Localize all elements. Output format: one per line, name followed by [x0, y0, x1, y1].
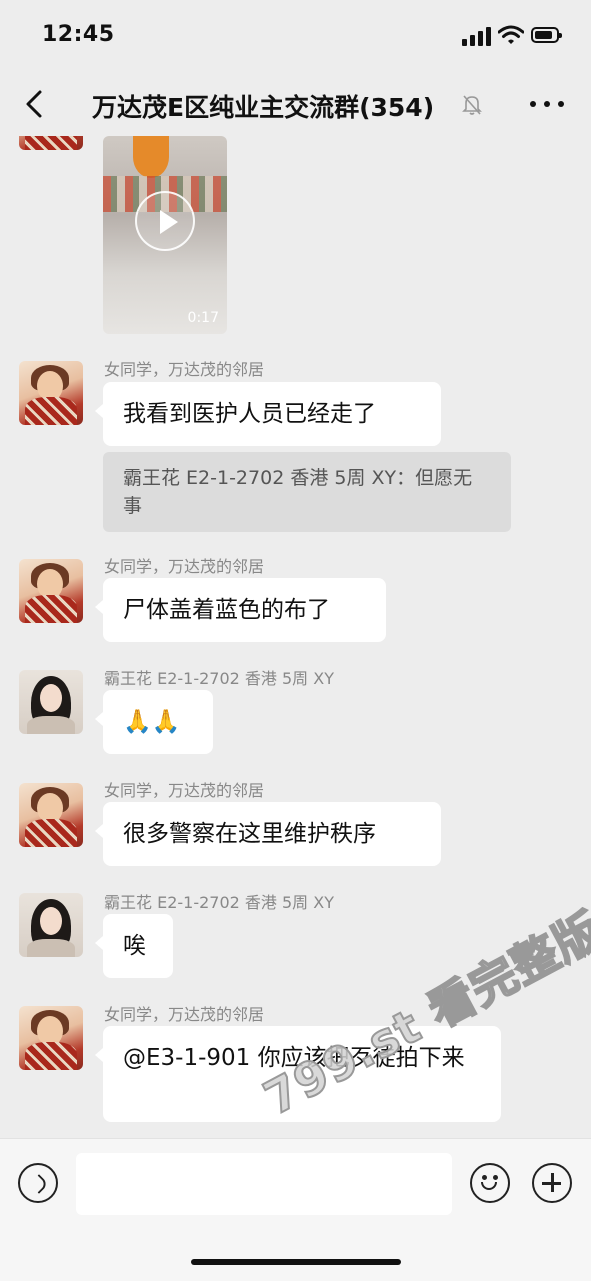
message-bubble[interactable]: 很多警察在这里维护秩序 [95, 802, 441, 866]
home-indicator[interactable] [191, 1259, 401, 1265]
sender-name: 女同学，万达茂的邻居 [104, 557, 265, 576]
avatar[interactable] [19, 136, 83, 150]
avatar[interactable] [19, 783, 83, 847]
status-time: 12:45 [42, 22, 115, 47]
wifi-icon [498, 25, 524, 44]
sender-name: 霸王花 E2-1-2702 香港 5周 XY [104, 669, 334, 688]
play-icon[interactable] [135, 191, 195, 251]
more-dots-icon[interactable] [530, 96, 564, 112]
message-bubble[interactable]: 🙏🙏 [95, 690, 213, 754]
status-bar: 12:45 [0, 0, 591, 72]
voice-icon[interactable] [18, 1163, 58, 1203]
chat-header: 万达茂E区纯业主交流群(354) [0, 72, 591, 136]
cellular-signal-icon [462, 26, 492, 46]
video-message[interactable]: 0:17 [103, 136, 227, 334]
avatar[interactable] [19, 559, 83, 623]
avatar[interactable] [19, 670, 83, 734]
sender-name: 女同学，万达茂的邻居 [104, 781, 265, 800]
battery-icon [531, 27, 562, 43]
message-bubble[interactable]: 我看到医护人员已经走了 [95, 382, 441, 446]
chevron-left-icon[interactable] [20, 88, 50, 120]
emoji-icon[interactable] [470, 1163, 510, 1203]
bell-off-icon [462, 95, 482, 115]
quoted-reply[interactable]: 霸王花 E2-1-2702 香港 5周 XY：但愿无事 [103, 452, 511, 532]
message-bubble[interactable]: 唉 [95, 914, 173, 978]
group-title: 万达茂E区纯业主交流群(354) [92, 93, 435, 122]
avatar[interactable] [19, 1006, 83, 1070]
message-input[interactable] [76, 1153, 452, 1215]
sender-name: 霸王花 E2-1-2702 香港 5周 XY [104, 893, 334, 912]
avatar[interactable] [19, 361, 83, 425]
sender-name: 女同学，万达茂的邻居 [104, 360, 265, 379]
message-bubble[interactable]: 尸体盖着蓝色的布了 [95, 578, 386, 642]
plus-circle-icon[interactable] [532, 1163, 572, 1203]
avatar[interactable] [19, 893, 83, 957]
video-duration: 0:17 [187, 310, 219, 326]
sender-name: 女同学，万达茂的邻居 [104, 1005, 265, 1024]
